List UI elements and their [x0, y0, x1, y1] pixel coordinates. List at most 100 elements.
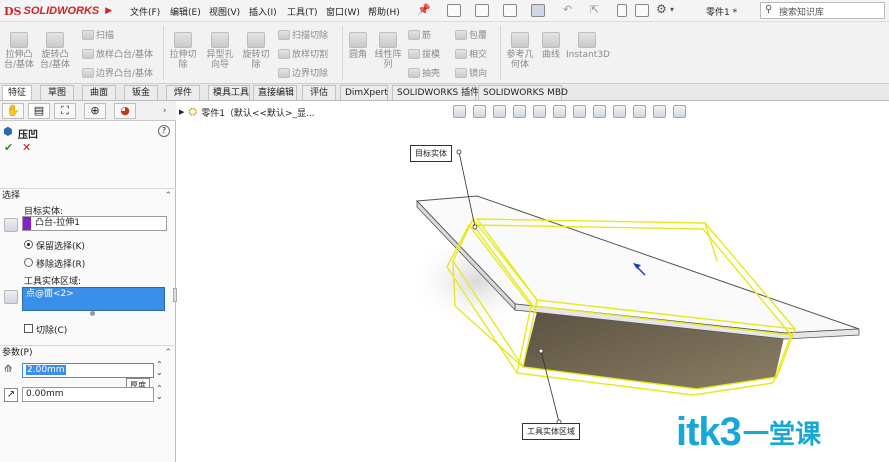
- menu-insert[interactable]: 插入(I): [249, 5, 277, 18]
- menu-help[interactable]: 帮助(H): [368, 5, 400, 18]
- tab-solidworks-addins[interactable]: SOLIDWORKS 插件: [392, 85, 479, 100]
- callout-target-body[interactable]: 目标实体: [410, 145, 452, 162]
- tool-region-value: 点@面<2>: [26, 289, 74, 299]
- fillet-button[interactable]: 圆角: [345, 32, 371, 60]
- open-icon[interactable]: [475, 4, 489, 17]
- rib-icon: [408, 29, 420, 40]
- property-manager-tab-icon[interactable]: ▤: [28, 103, 50, 119]
- rib-button[interactable]: 筋: [408, 28, 431, 41]
- tab-surfaces[interactable]: 曲面: [82, 85, 116, 100]
- rebuild-icon[interactable]: [617, 4, 627, 17]
- sweep-icon: [82, 29, 94, 40]
- tab-sketch[interactable]: 草图: [40, 85, 74, 100]
- watermark-main: itk3: [676, 409, 742, 454]
- title-bar: DS SOLIDWORKS ▶ 文件(F) 编辑(E) 视图(V) 插入(I) …: [0, 0, 889, 22]
- solidworks-logo[interactable]: DS SOLIDWORKS ▶: [4, 3, 112, 19]
- target-body-field[interactable]: 凸台-拉伸1: [22, 216, 167, 231]
- save-icon[interactable]: [503, 4, 517, 17]
- extruded-boss-icon: [10, 32, 28, 48]
- instant3d-button[interactable]: Instant3D: [566, 32, 610, 60]
- revolved-cut-button[interactable]: 旋转切 除: [240, 32, 272, 70]
- search-knowledge-base[interactable]: ⚲ 搜索知识库: [760, 2, 885, 19]
- options-dropdown-icon[interactable]: ▾: [670, 5, 674, 14]
- thickness-value: 2.00mm: [26, 365, 66, 375]
- callout-tool-region[interactable]: 工具实体区域: [522, 423, 580, 440]
- clearance-spin-icon[interactable]: ⌃ ⌄: [156, 385, 163, 401]
- parameters-group-header[interactable]: 参数(P) ⌃: [0, 345, 176, 360]
- revolved-boss-button[interactable]: 旋转凸 台/基体: [40, 32, 70, 70]
- lofted-cut-button[interactable]: 放样切割: [278, 47, 328, 60]
- intersect-icon: [455, 48, 467, 59]
- instant3d-icon: [578, 32, 596, 48]
- tab-features[interactable]: 特征: [2, 85, 32, 100]
- tab-direct-editing[interactable]: 直接编辑: [253, 85, 297, 100]
- menu-tools[interactable]: 工具(T): [287, 5, 318, 18]
- menu-view[interactable]: 视图(V): [209, 5, 240, 18]
- curves-button[interactable]: 曲线: [538, 32, 564, 60]
- boundary-boss-icon: [82, 67, 94, 78]
- reference-geometry-button[interactable]: 参考几 何体: [504, 32, 536, 70]
- reverse-direction-icon[interactable]: ↗: [4, 388, 18, 402]
- cut-checkbox[interactable]: [24, 324, 33, 333]
- remove-selection-radio[interactable]: [24, 258, 33, 267]
- feature-title: 压凹: [18, 130, 38, 141]
- thickness-spin-icon[interactable]: ⌃ ⌄: [156, 361, 163, 377]
- mirror-button[interactable]: 镜向: [455, 66, 487, 79]
- ds-logo-mark: DS: [4, 4, 22, 18]
- ok-button[interactable]: ✔: [4, 141, 13, 154]
- boundary-cut-button[interactable]: 边界切除: [278, 66, 328, 79]
- thickness-field[interactable]: 2.00mm: [22, 363, 154, 378]
- indent-feature-icon: ⬢: [3, 125, 13, 138]
- linear-pattern-button[interactable]: 线性阵 列: [372, 32, 404, 70]
- loft-button[interactable]: 放样凸台/基体: [82, 47, 153, 60]
- tab-dimxpert[interactable]: DimXpert: [340, 85, 388, 100]
- undo-icon[interactable]: ↶: [563, 3, 572, 16]
- extruded-boss-button[interactable]: 拉伸凸 台/基体: [4, 32, 34, 70]
- ribbon-divider: [163, 26, 164, 80]
- draft-button[interactable]: 拔模: [408, 47, 440, 60]
- tool-region-label: 工具实体区域:: [24, 277, 82, 287]
- dimxpert-manager-tab-icon[interactable]: ⊕: [84, 103, 106, 119]
- extruded-cut-button[interactable]: 拉伸切 除: [168, 32, 198, 70]
- tool-region-field[interactable]: 点@面<2>: [22, 287, 165, 311]
- tab-weldments[interactable]: 焊件: [166, 85, 200, 100]
- sweep-button[interactable]: 扫描: [82, 28, 114, 41]
- feature-manager-tab-icon[interactable]: ✋: [2, 103, 24, 119]
- thickness-icon: ⟰: [4, 364, 13, 375]
- hole-wizard-button[interactable]: 异型孔 向导: [204, 32, 236, 70]
- tab-mold-tools[interactable]: 模具工具: [208, 85, 250, 100]
- selections-group-header[interactable]: 选择 ⌃: [0, 188, 176, 203]
- configuration-manager-tab-icon[interactable]: ⛶: [54, 103, 76, 119]
- menu-edit[interactable]: 编辑(E): [170, 5, 201, 18]
- tab-solidworks-mbd[interactable]: SOLIDWORKS MBD: [478, 85, 568, 100]
- watermark-logo: itk3 一堂课: [676, 407, 821, 457]
- resize-handle-icon[interactable]: [90, 311, 95, 316]
- tab-evaluate[interactable]: 评估: [302, 85, 336, 100]
- select-arrow-icon[interactable]: ⇱: [590, 3, 599, 16]
- display-manager-tab-icon[interactable]: ◕: [114, 103, 136, 119]
- boundary-boss-button[interactable]: 边界凸台/基体: [82, 66, 153, 79]
- pin-icon[interactable]: 📌: [417, 3, 431, 16]
- tab-sheet-metal[interactable]: 钣金: [124, 85, 158, 100]
- panel-scroll-right-icon[interactable]: ›: [163, 106, 167, 116]
- draft-icon: [408, 48, 420, 59]
- clearance-field[interactable]: 0.00mm: [22, 387, 154, 402]
- shell-button[interactable]: 抽壳: [408, 66, 440, 79]
- command-tabs: 特征 草图 曲面 钣金 焊件 模具工具 直接编辑 评估 DimXpert SOL…: [0, 84, 889, 101]
- options-gear-icon[interactable]: ⚙: [656, 2, 667, 16]
- watermark-suffix: 一堂课: [742, 419, 821, 450]
- help-icon[interactable]: ?: [158, 125, 170, 137]
- keep-selection-radio[interactable]: [24, 240, 33, 249]
- menu-file[interactable]: 文件(F): [130, 5, 160, 18]
- swept-cut-button[interactable]: 扫描切除: [278, 28, 328, 41]
- intersect-button[interactable]: 相交: [455, 47, 487, 60]
- remove-selection-label: 移除选择(R): [36, 260, 86, 270]
- wrap-button[interactable]: 包覆: [455, 28, 487, 41]
- new-document-icon[interactable]: [447, 4, 461, 17]
- file-properties-icon[interactable]: [635, 4, 649, 17]
- print-icon[interactable]: [531, 4, 545, 17]
- extruded-cut-icon: [174, 32, 192, 48]
- cancel-button[interactable]: ✕: [22, 141, 31, 154]
- wrap-icon: [455, 29, 467, 40]
- menu-window[interactable]: 窗口(W): [326, 5, 360, 18]
